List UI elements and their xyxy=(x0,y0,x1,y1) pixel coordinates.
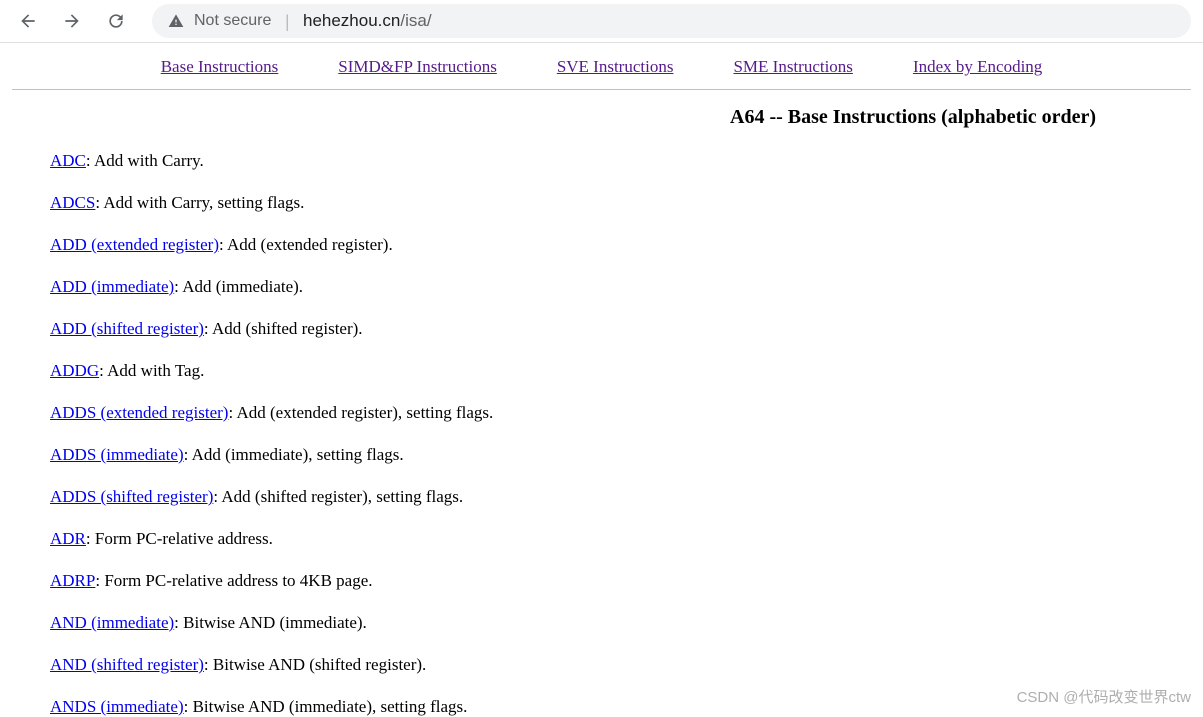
list-item: ADD (shifted register): Add (shifted reg… xyxy=(50,319,1203,339)
instruction-link[interactable]: ADC xyxy=(50,151,86,170)
instruction-link[interactable]: ADDS (extended register) xyxy=(50,403,228,422)
reload-button[interactable] xyxy=(100,5,132,37)
instruction-link[interactable]: ADD (immediate) xyxy=(50,277,174,296)
list-item: ADR: Form PC-relative address. xyxy=(50,529,1203,549)
list-item: ADDS (shifted register): Add (shifted re… xyxy=(50,487,1203,507)
watermark: CSDN @代码改变世界ctw xyxy=(1017,686,1191,707)
security-label: Not secure xyxy=(194,12,271,30)
instruction-desc: : Bitwise AND (immediate), setting flags… xyxy=(184,697,468,716)
forward-button[interactable] xyxy=(56,5,88,37)
instruction-list: ADC: Add with Carry. ADCS: Add with Carr… xyxy=(0,151,1203,717)
instruction-link[interactable]: ANDS (immediate) xyxy=(50,697,184,716)
reload-icon xyxy=(106,11,126,31)
instruction-desc: : Form PC-relative address. xyxy=(86,529,273,548)
instruction-link[interactable]: ADDS (immediate) xyxy=(50,445,184,464)
arrow-right-icon xyxy=(62,11,82,31)
tab-sme-instructions[interactable]: SME Instructions xyxy=(733,57,852,77)
instruction-link[interactable]: ADRP xyxy=(50,571,95,590)
browser-toolbar: Not secure | hehezhou.cn/isa/ xyxy=(0,0,1203,42)
tabs-bar: Base Instructions SIMD&FP Instructions S… xyxy=(12,43,1191,90)
url-text: hehezhou.cn/isa/ xyxy=(303,11,432,31)
instruction-desc: : Add (immediate), setting flags. xyxy=(184,445,404,464)
instruction-link[interactable]: ADD (extended register) xyxy=(50,235,219,254)
list-item: ADDG: Add with Tag. xyxy=(50,361,1203,381)
instruction-desc: : Add (shifted register). xyxy=(204,319,363,338)
instruction-desc: : Add (extended register). xyxy=(219,235,393,254)
page-content: Base Instructions SIMD&FP Instructions S… xyxy=(0,42,1203,717)
url-host: hehezhou.cn xyxy=(303,11,400,30)
list-item: ADC: Add with Carry. xyxy=(50,151,1203,171)
instruction-desc: : Add (shifted register), setting flags. xyxy=(213,487,463,506)
instruction-desc: : Add (immediate). xyxy=(174,277,303,296)
list-item: ADDS (immediate): Add (immediate), setti… xyxy=(50,445,1203,465)
instruction-desc: : Add with Carry. xyxy=(86,151,204,170)
tab-sve-instructions[interactable]: SVE Instructions xyxy=(557,57,674,77)
tab-simdfp-instructions[interactable]: SIMD&FP Instructions xyxy=(338,57,497,77)
back-button[interactable] xyxy=(12,5,44,37)
address-divider: | xyxy=(285,11,289,32)
list-item: ADDS (extended register): Add (extended … xyxy=(50,403,1203,423)
list-item: AND (shifted register): Bitwise AND (shi… xyxy=(50,655,1203,675)
list-item: ADD (immediate): Add (immediate). xyxy=(50,277,1203,297)
list-item: AND (immediate): Bitwise AND (immediate)… xyxy=(50,613,1203,633)
list-item: ADRP: Form PC-relative address to 4KB pa… xyxy=(50,571,1203,591)
arrow-left-icon xyxy=(18,11,38,31)
tab-base-instructions[interactable]: Base Instructions xyxy=(161,57,279,77)
address-bar[interactable]: Not secure | hehezhou.cn/isa/ xyxy=(152,4,1191,38)
instruction-link[interactable]: ADCS xyxy=(50,193,95,212)
instruction-link[interactable]: ADR xyxy=(50,529,86,548)
instruction-desc: : Bitwise AND (immediate). xyxy=(174,613,367,632)
list-item: ADD (extended register): Add (extended r… xyxy=(50,235,1203,255)
instruction-link[interactable]: ADD (shifted register) xyxy=(50,319,204,338)
instruction-desc: : Bitwise AND (shifted register). xyxy=(204,655,426,674)
warning-icon xyxy=(168,13,184,29)
instruction-desc: : Form PC-relative address to 4KB page. xyxy=(95,571,372,590)
instruction-link[interactable]: AND (immediate) xyxy=(50,613,174,632)
instruction-link[interactable]: AND (shifted register) xyxy=(50,655,204,674)
page-title: A64 -- Base Instructions (alphabetic ord… xyxy=(730,106,1203,129)
tab-index-by-encoding[interactable]: Index by Encoding xyxy=(913,57,1042,77)
instruction-desc: : Add (extended register), setting flags… xyxy=(228,403,493,422)
instruction-desc: : Add with Carry, setting flags. xyxy=(95,193,304,212)
instruction-link[interactable]: ADDS (shifted register) xyxy=(50,487,213,506)
instruction-desc: : Add with Tag. xyxy=(99,361,204,380)
instruction-link[interactable]: ADDG xyxy=(50,361,99,380)
list-item: ADCS: Add with Carry, setting flags. xyxy=(50,193,1203,213)
url-path: /isa/ xyxy=(400,11,431,30)
